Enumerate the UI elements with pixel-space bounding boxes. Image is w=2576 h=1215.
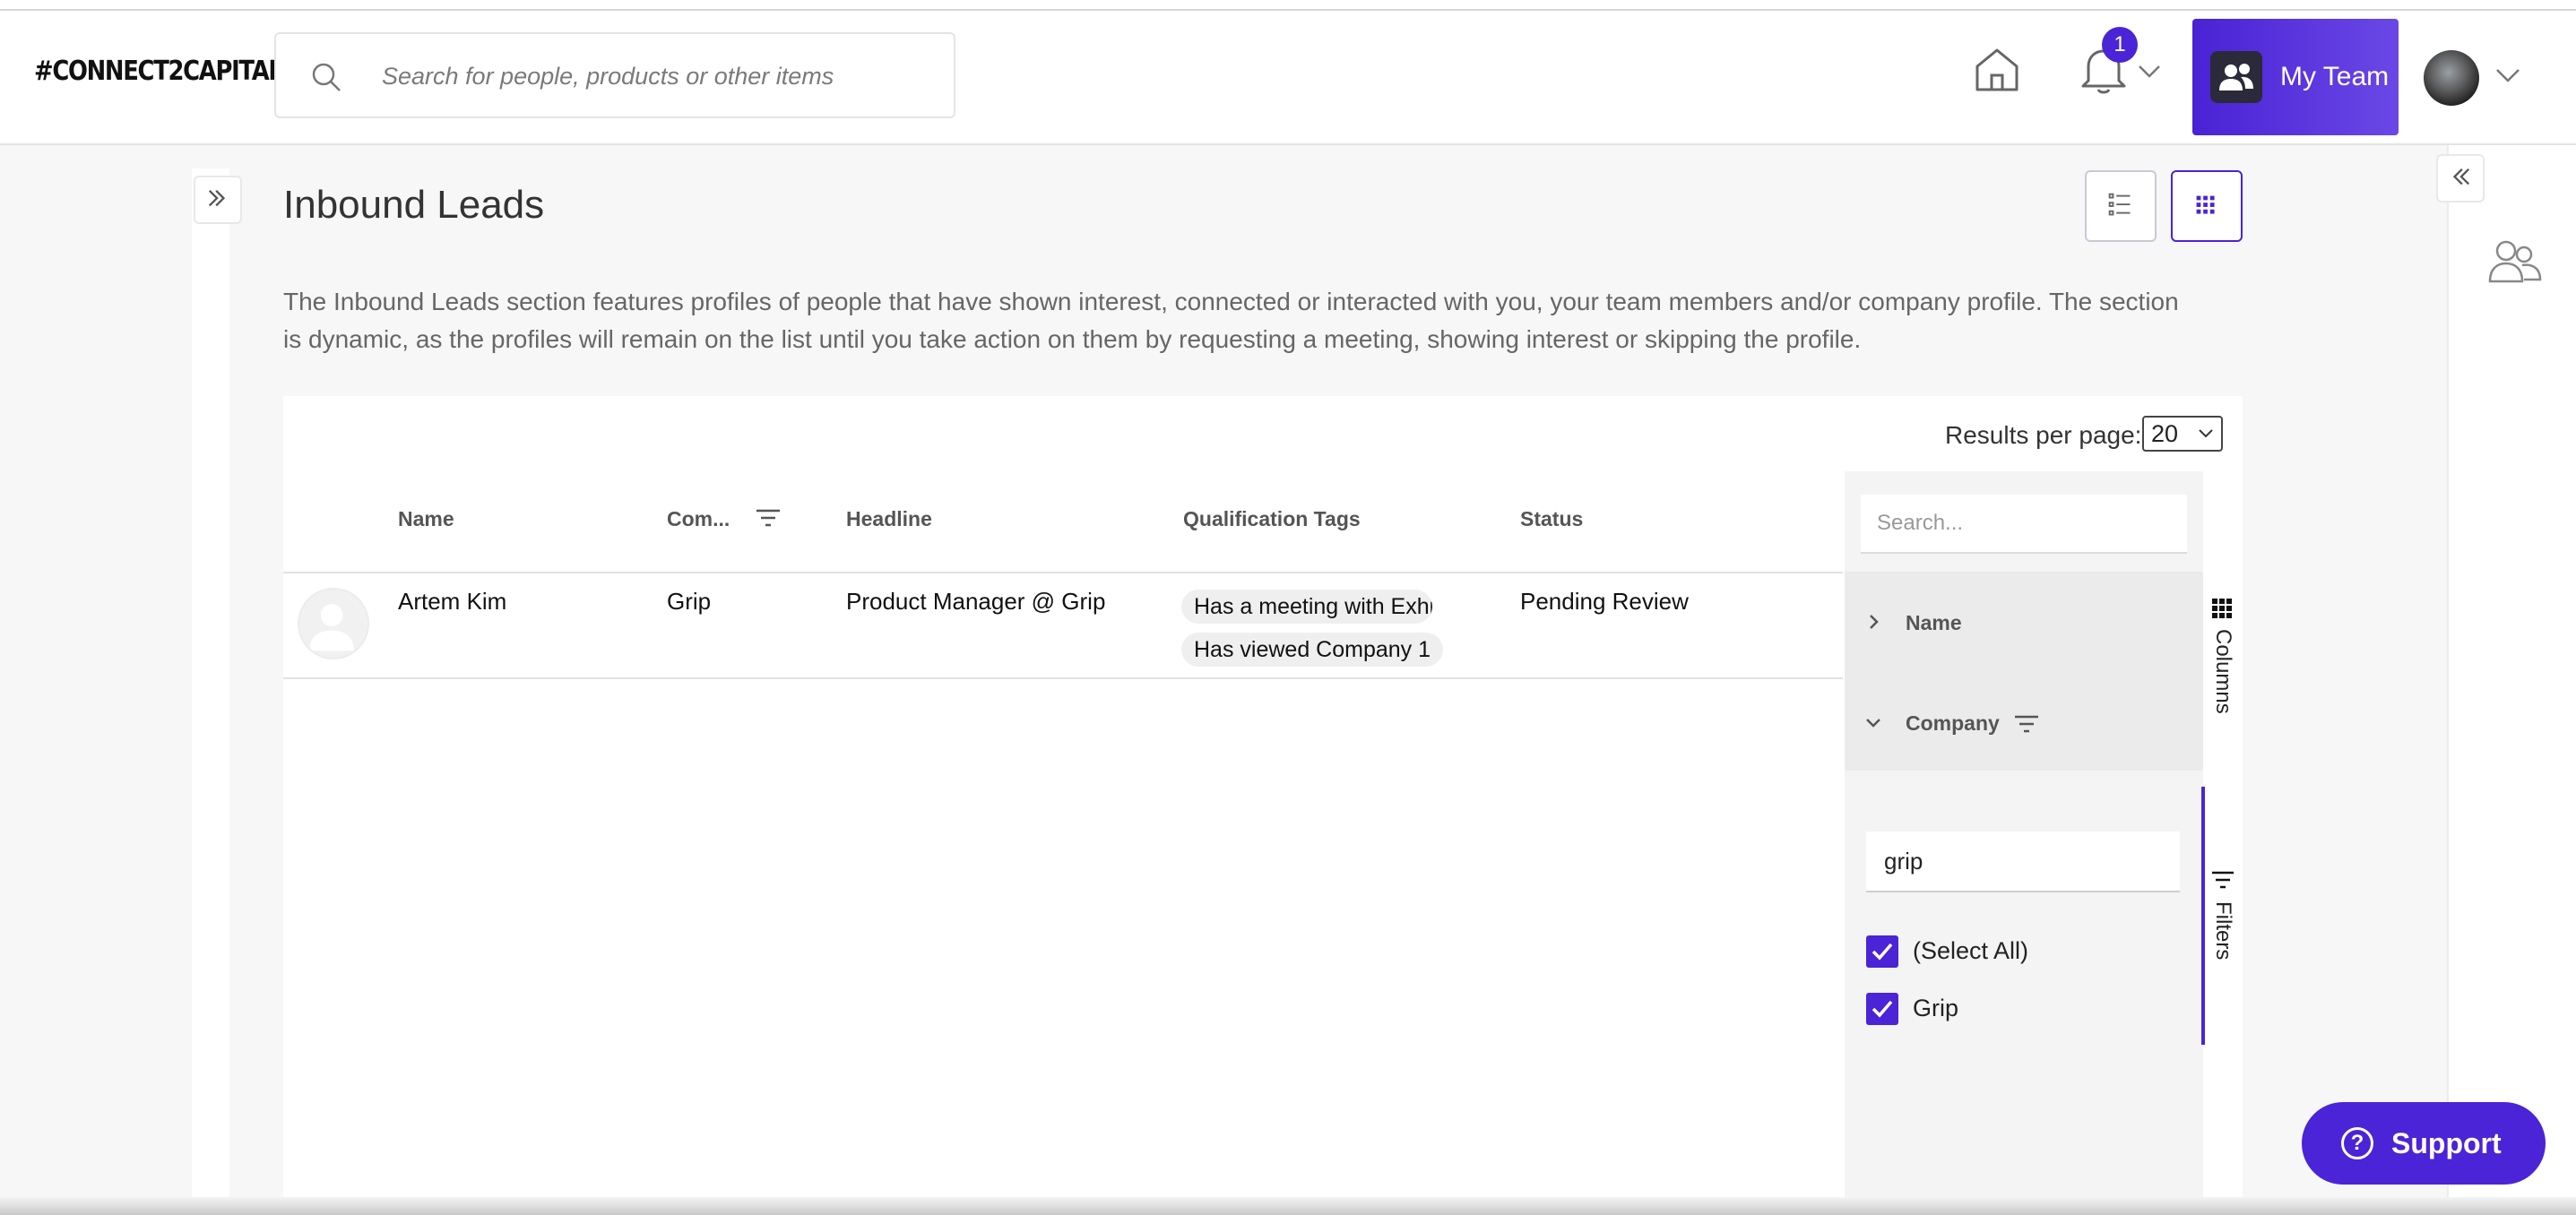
window-top-border	[0, 0, 2576, 11]
help-icon: ?	[2341, 1127, 2373, 1159]
right-rail	[2447, 145, 2576, 1215]
app-logo[interactable]: #CONNECT2CAPITAL	[34, 56, 283, 87]
cell-company: Grip	[667, 588, 712, 615]
bottom-edge	[0, 1197, 2576, 1215]
side-tabs	[2203, 471, 2243, 1215]
chevron-right-icon[interactable]	[1864, 613, 1882, 631]
chevron-down-icon	[2199, 429, 2213, 438]
page-title: Inbound Leads	[283, 183, 545, 227]
user-avatar[interactable]	[2424, 50, 2479, 106]
top-header: #CONNECT2CAPITAL	[0, 11, 2576, 145]
select-all-label: (Select All)	[1913, 937, 2029, 964]
results-per-page-value: 20	[2151, 420, 2179, 447]
column-header-status[interactable]: Status	[1520, 507, 1583, 531]
tab-filters[interactable]: Filters	[2210, 901, 2235, 960]
grip-checkbox[interactable]	[1866, 993, 1898, 1025]
cell-status: Pending Review	[1520, 588, 1689, 615]
results-per-page-label: Results per page:	[1945, 421, 2142, 449]
results-per-page-select[interactable]: 20	[2142, 416, 2223, 452]
columns-search-input[interactable]	[1861, 495, 2187, 554]
qualification-tag: Has a meeting with Exhibitor	[1181, 590, 1432, 624]
filter-icon[interactable]	[2013, 713, 2040, 735]
columns-list	[1845, 572, 2203, 771]
filter-icon	[2212, 871, 2234, 889]
tab-columns[interactable]: Columns	[2210, 629, 2235, 714]
double-chevron-right-icon	[208, 189, 226, 207]
cell-name[interactable]: Artem Kim	[398, 588, 506, 616]
filter-value-input[interactable]	[1866, 832, 2180, 892]
left-rail	[192, 168, 229, 1208]
list-view-button[interactable]	[2085, 170, 2157, 242]
select-all-checkbox[interactable]	[1866, 935, 1898, 968]
column-header-name[interactable]: Name	[398, 507, 454, 531]
global-search[interactable]	[274, 32, 955, 118]
double-chevron-left-icon	[2452, 168, 2470, 185]
column-header-company[interactable]: Com...	[667, 507, 730, 531]
expand-sidebar-button[interactable]	[194, 176, 242, 224]
my-team-button[interactable]: My Team	[2192, 19, 2399, 135]
collapse-panel-button[interactable]	[2436, 154, 2485, 202]
column-header-qualification-tags[interactable]: Qualification Tags	[1183, 507, 1361, 531]
search-input[interactable]	[380, 54, 921, 99]
team-icon	[2210, 51, 2262, 103]
list-view-icon	[2108, 193, 2131, 216]
qualification-tag: Has viewed Company 1	[1181, 633, 1444, 667]
grid-view-icon	[2196, 195, 2215, 214]
chevron-down-icon[interactable]	[2138, 65, 2161, 79]
column-item-name[interactable]: Name	[1906, 611, 1962, 635]
notification-badge: 1	[2102, 27, 2138, 63]
grid-view-button[interactable]	[2171, 170, 2243, 242]
grip-label: Grip	[1913, 995, 1959, 1021]
page-description: The Inbound Leads section features profi…	[283, 288, 2179, 353]
column-header-headline[interactable]: Headline	[846, 507, 932, 531]
support-button[interactable]: ? Support	[2302, 1102, 2546, 1185]
chevron-down-icon[interactable]	[1864, 713, 1882, 731]
search-icon	[312, 63, 341, 91]
filter-icon[interactable]	[755, 507, 782, 529]
active-tab-indicator	[2201, 787, 2205, 1045]
column-item-company[interactable]: Company	[1906, 711, 2000, 736]
grid-header-row: Name Com... Headline Qualification Tags …	[283, 471, 1843, 573]
home-icon[interactable]	[1972, 45, 2022, 95]
chevron-down-icon[interactable]	[2495, 68, 2520, 84]
avatar	[298, 588, 369, 659]
support-label: Support	[2391, 1127, 2502, 1159]
grid-view-icon	[2212, 599, 2232, 618]
cell-headline: Product Manager @ Grip	[846, 588, 1106, 615]
my-team-label: My Team	[2280, 62, 2390, 91]
people-icon[interactable]	[2485, 235, 2544, 289]
